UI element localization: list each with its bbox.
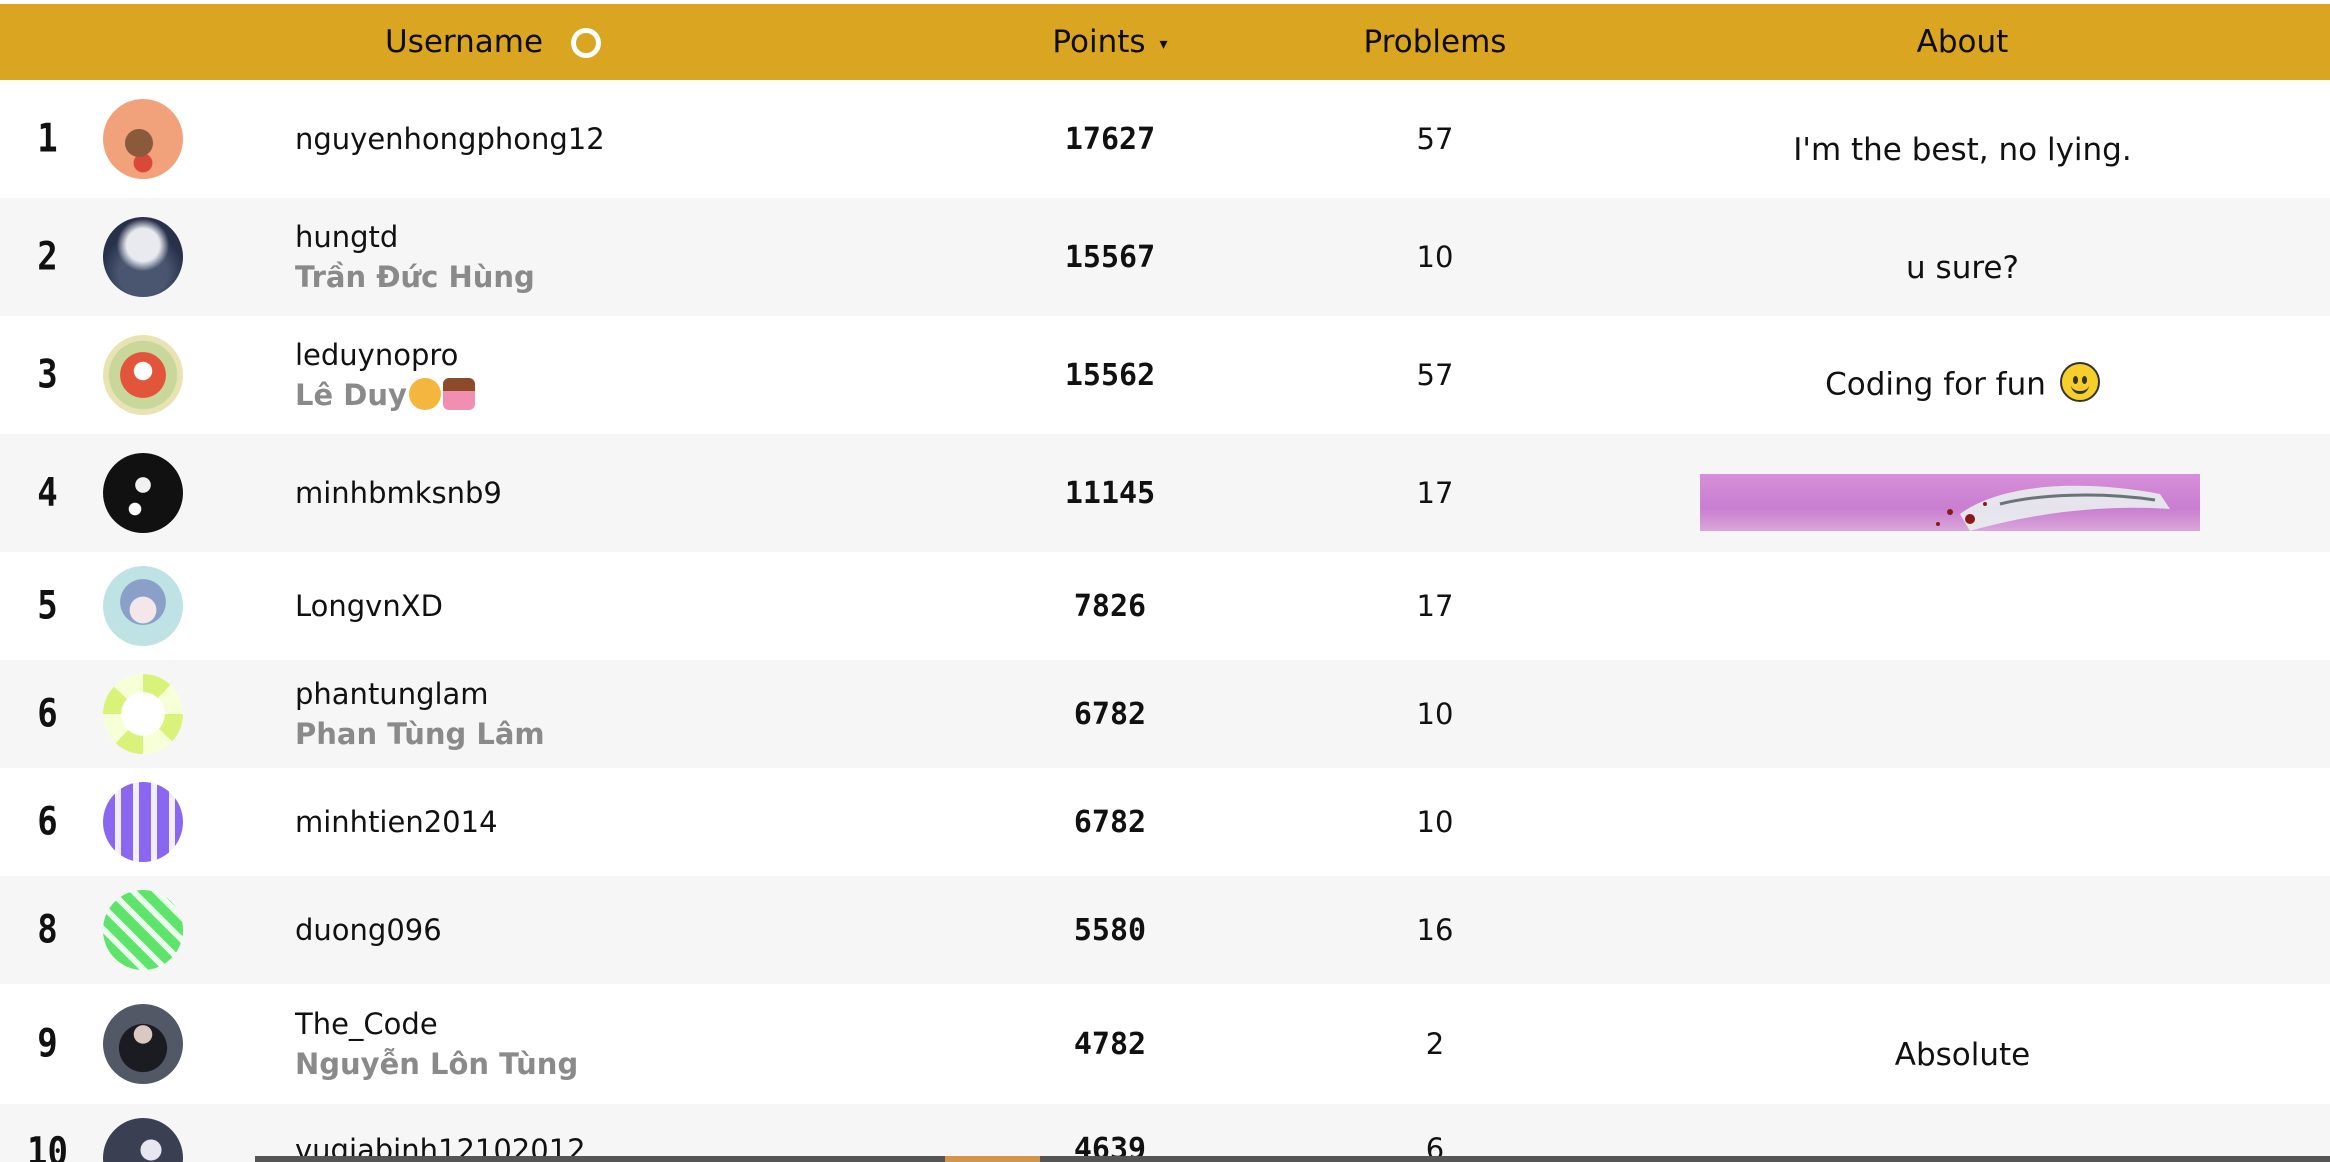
avatar[interactable] — [103, 217, 183, 297]
full-name: Trần Đức Hùng — [295, 260, 535, 294]
avatar-header — [95, 0, 285, 80]
rank-cell: 2 — [37, 234, 58, 280]
rank-cell: 8 — [37, 907, 58, 953]
circle-toggle-icon[interactable] — [571, 28, 602, 58]
about-cell — [1595, 1104, 2330, 1162]
about-header: About — [1595, 0, 2330, 80]
rank-cell: 1 — [37, 116, 58, 162]
points-header-label: Points — [1052, 24, 1146, 60]
username-link[interactable]: phantunglam — [295, 674, 945, 714]
problems-cell: 57 — [1416, 358, 1454, 392]
about-cell — [1595, 552, 2330, 660]
about-cell: I'm the best, no lying. — [1793, 132, 2132, 168]
rank-cell: 10 — [27, 1129, 68, 1162]
points-cell: 5580 — [1073, 912, 1147, 948]
scrollbar-thumb[interactable] — [945, 1156, 1040, 1162]
about-cell: Coding for fun — [1825, 366, 2046, 403]
avatar[interactable] — [103, 453, 183, 533]
about-image — [1700, 474, 2200, 531]
username-link[interactable]: leduynopro — [295, 335, 945, 375]
table-row: 10 vugiabinh12102012 4639 6 — [0, 1104, 2330, 1162]
surprised-face-icon — [408, 378, 441, 410]
avatar[interactable] — [103, 335, 183, 415]
table-row: 8 duong096 5580 16 — [0, 876, 2330, 984]
points-cell: 6782 — [1073, 804, 1147, 840]
smiling-face-icon — [2059, 362, 2100, 402]
about-header-label: About — [1916, 24, 2009, 60]
avatar[interactable] — [103, 1118, 183, 1162]
rank-cell: 5 — [37, 583, 58, 629]
problems-cell: 57 — [1416, 122, 1454, 156]
points-cell: 15567 — [1064, 239, 1156, 275]
username-link[interactable]: LongvnXD — [295, 586, 945, 626]
table-header-row: Username Points ▾ Problems About — [0, 0, 2330, 80]
table-row: 6 minhtien2014 6782 10 — [0, 768, 2330, 876]
username-header[interactable]: Username — [285, 0, 945, 80]
problems-cell: 10 — [1416, 697, 1454, 731]
full-name: Phan Tùng Lâm — [295, 717, 545, 751]
full-name: Nguyễn Lôn Tùng — [295, 1047, 579, 1081]
rank-cell: 9 — [37, 1021, 58, 1067]
about-cell — [1595, 876, 2330, 984]
user-ranking-page: Username Points ▾ Problems About 1 nguyen… — [0, 0, 2330, 1162]
rank-cell: 3 — [37, 352, 58, 398]
points-cell: 17627 — [1064, 121, 1156, 157]
problems-cell: 17 — [1416, 476, 1454, 510]
problems-cell: 10 — [1416, 805, 1454, 839]
about-cell: Absolute — [1894, 1037, 2031, 1073]
avatar[interactable] — [103, 566, 183, 646]
about-cell — [1595, 660, 2330, 768]
username-link[interactable]: The_Code — [295, 1004, 945, 1044]
username-link[interactable]: duong096 — [295, 910, 945, 950]
problems-cell: 2 — [1425, 1027, 1445, 1061]
problems-cell: 6 — [1425, 1132, 1445, 1162]
table-row: 1 nguyenhongphong12 17627 57 I'm the bes… — [0, 80, 2330, 198]
table-row: 4 minhbmksnb9 11145 17 — [0, 434, 2330, 552]
problems-cell: 16 — [1416, 913, 1454, 947]
rank-header — [0, 0, 95, 80]
points-cell: 7826 — [1073, 588, 1147, 624]
rank-cell: 4 — [37, 470, 58, 516]
problems-cell: 17 — [1416, 589, 1454, 623]
horizontal-scrollbar[interactable] — [255, 1156, 2330, 1162]
points-cell: 11145 — [1064, 475, 1156, 511]
sort-down-icon: ▾ — [1159, 34, 1168, 53]
avatar[interactable] — [103, 782, 183, 862]
problems-header-label: Problems — [1363, 24, 1507, 60]
username-link[interactable]: hungtd — [295, 217, 945, 257]
table-row: 2 hungtd Trần Đức Hùng 15567 10 u sure? — [0, 198, 2330, 316]
username-link[interactable]: minhbmksnb9 — [295, 473, 945, 513]
points-cell: 4782 — [1073, 1026, 1147, 1062]
about-cell — [1595, 768, 2330, 876]
rank-cell: 6 — [37, 799, 58, 845]
avatar[interactable] — [103, 890, 183, 970]
about-cell: u sure? — [1906, 250, 2019, 286]
full-name: Lê Duy — [295, 378, 407, 412]
about-image-art — [1936, 485, 2170, 531]
person-shrugging-icon — [442, 378, 475, 410]
table-row: 6 phantunglam Phan Tùng Lâm 6782 10 — [0, 660, 2330, 768]
username-header-label: Username — [385, 24, 544, 60]
problems-header[interactable]: Problems — [1275, 0, 1595, 80]
points-cell: 4639 — [1073, 1132, 1147, 1162]
avatar[interactable] — [103, 99, 183, 179]
user-ranking-table: Username Points ▾ Problems About 1 nguyen… — [0, 0, 2330, 1162]
points-cell: 15562 — [1064, 357, 1156, 393]
avatar[interactable] — [103, 674, 183, 754]
table-row: 9 The_Code Nguyễn Lôn Tùng 4782 2 Absolu… — [0, 984, 2330, 1104]
problems-cell: 10 — [1416, 240, 1454, 274]
username-link[interactable]: minhtien2014 — [295, 802, 945, 842]
rank-cell: 6 — [37, 691, 58, 737]
table-row: 3 leduynopro Lê Duy 15562 57 Coding for … — [0, 316, 2330, 434]
points-cell: 6782 — [1073, 696, 1147, 732]
points-header[interactable]: Points ▾ — [945, 0, 1275, 80]
avatar[interactable] — [103, 1004, 183, 1084]
table-row: 5 LongvnXD 7826 17 — [0, 552, 2330, 660]
username-link[interactable]: nguyenhongphong12 — [295, 119, 945, 159]
